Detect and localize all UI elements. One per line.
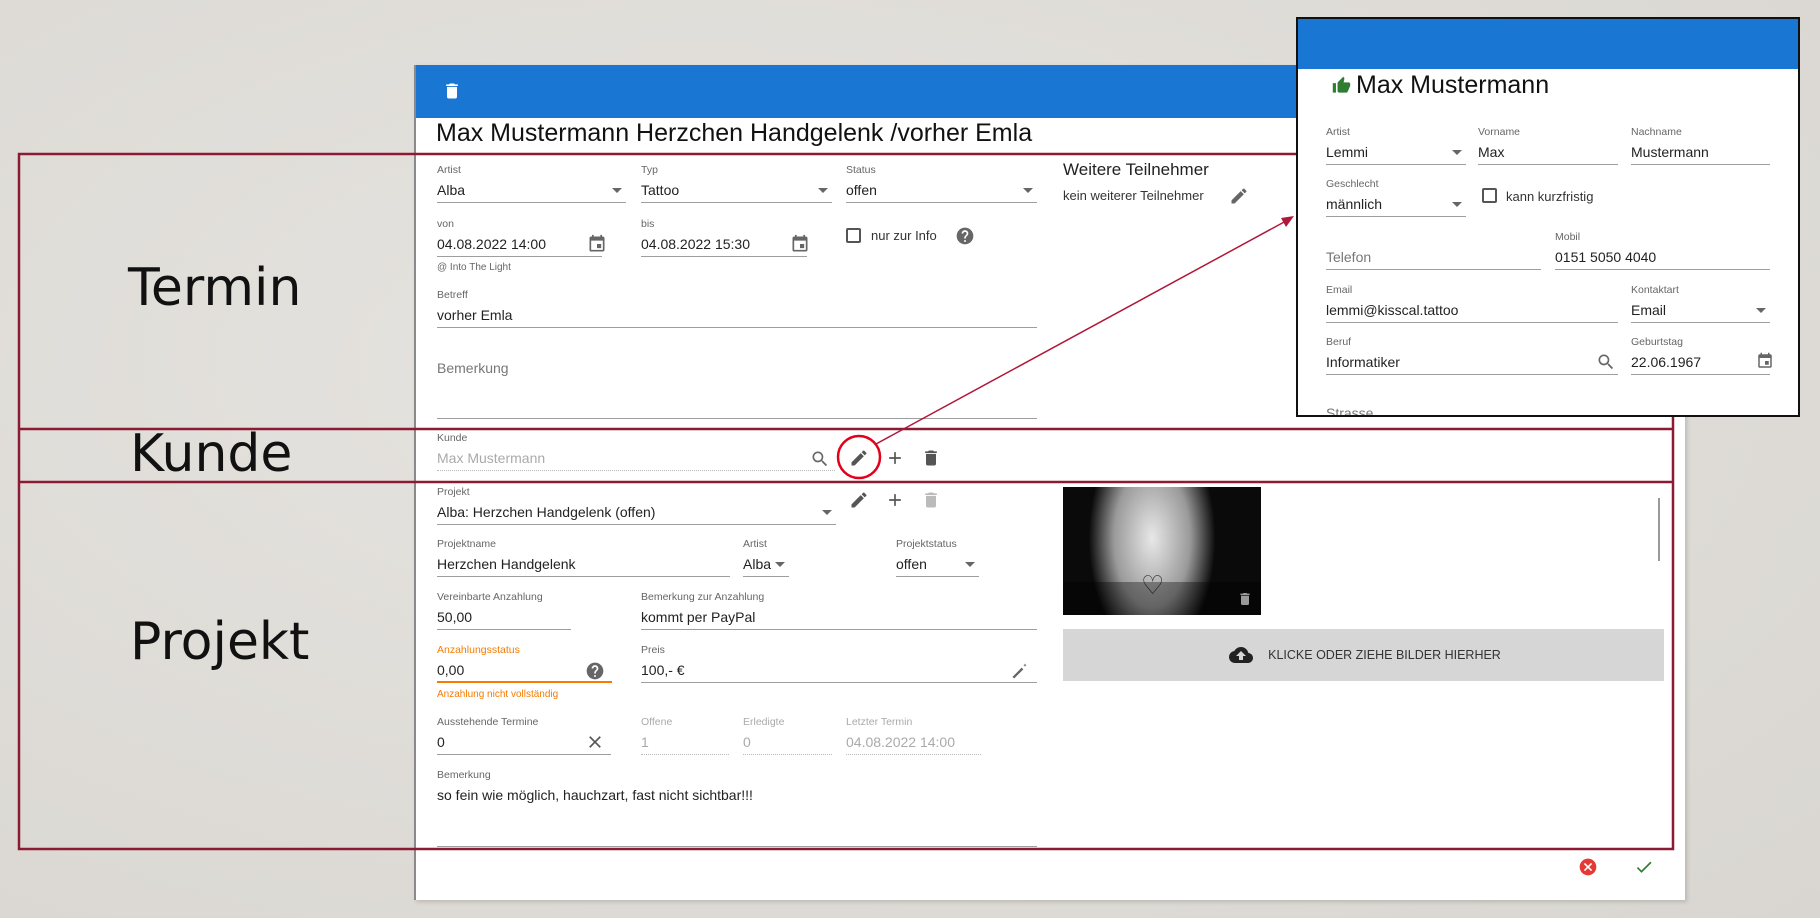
placeholder: Strasse xyxy=(1326,405,1374,415)
annotation-arrow-line xyxy=(875,220,1287,445)
email-field[interactable]: Email lemmi@kisscal.tattoo xyxy=(1326,284,1618,323)
label: Nachname xyxy=(1631,126,1682,138)
value: Mustermann xyxy=(1631,144,1709,160)
value: Informatiker xyxy=(1326,354,1400,370)
gender-select[interactable]: Geschlecht männlich xyxy=(1326,178,1466,217)
label: Geburtstag xyxy=(1631,336,1683,348)
short-notice-checkbox[interactable] xyxy=(1482,188,1497,203)
value: männlich xyxy=(1326,196,1383,212)
first-name-field[interactable]: Vorname Max xyxy=(1478,126,1618,165)
short-notice-label: kann kurzfristig xyxy=(1506,189,1594,204)
calendar-icon[interactable] xyxy=(1756,352,1774,370)
street-field[interactable]: Strasse xyxy=(1326,405,1373,415)
value: lemmi@kisscal.tattoo xyxy=(1326,302,1459,318)
label: Mobil xyxy=(1555,231,1581,243)
label: Artist xyxy=(1326,126,1350,138)
contact-type-select[interactable]: Kontaktart Email xyxy=(1631,284,1770,323)
mobile-field[interactable]: Mobil 0151 5050 4040 xyxy=(1555,231,1770,270)
placeholder: Telefon xyxy=(1326,249,1372,265)
annotation-arrowhead xyxy=(1281,216,1294,227)
label: Geschlecht xyxy=(1326,178,1379,190)
value: 22.06.1967 xyxy=(1631,354,1702,370)
value: Email xyxy=(1631,302,1667,318)
customer-artist-select[interactable]: Artist Lemmi xyxy=(1326,126,1466,165)
birthday-field[interactable]: Geburtstag 22.06.1967 xyxy=(1631,336,1770,375)
customer-dialog-title: Max Mustermann xyxy=(1356,71,1550,99)
value: Max xyxy=(1478,144,1505,160)
value: Lemmi xyxy=(1326,144,1369,160)
phone-field[interactable]: Telefon xyxy=(1326,231,1541,270)
value: 0151 5050 4040 xyxy=(1555,249,1657,265)
highlight-circle xyxy=(836,434,882,480)
last-name-field[interactable]: Nachname Mustermann xyxy=(1631,126,1770,165)
dropdown-arrow-icon xyxy=(1756,308,1766,313)
dropdown-arrow-icon xyxy=(1452,202,1462,207)
label: Beruf xyxy=(1326,336,1352,348)
label: Kontaktart xyxy=(1631,284,1679,296)
label: Vorname xyxy=(1478,126,1521,138)
customer-dialog-header xyxy=(1298,19,1798,69)
label: Email xyxy=(1326,284,1353,296)
job-field[interactable]: Beruf Informatiker xyxy=(1326,336,1618,375)
thumbs-up-icon xyxy=(1332,76,1351,95)
search-icon[interactable] xyxy=(1596,352,1616,372)
dropdown-arrow-icon xyxy=(1452,150,1462,155)
